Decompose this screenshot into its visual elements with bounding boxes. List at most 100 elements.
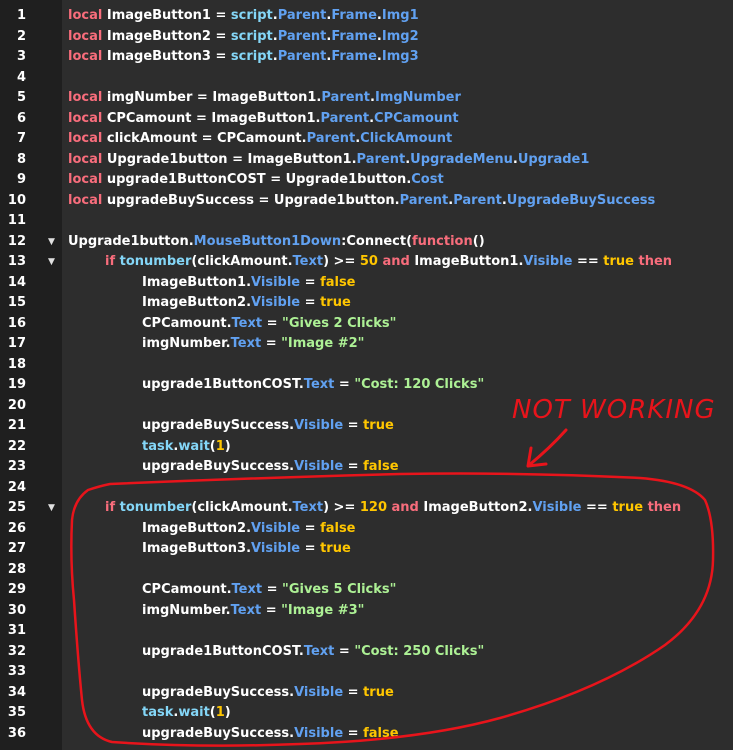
code-token: Cost xyxy=(411,172,444,187)
fold-toggle-icon[interactable]: ▼ xyxy=(48,498,58,519)
code-token: Text xyxy=(303,377,335,392)
line-number: 16 xyxy=(7,315,26,331)
code-token: Parent xyxy=(277,49,327,64)
code-line[interactable]: Upgrade1button.MouseButton1Down:Connect(… xyxy=(68,232,485,253)
code-line[interactable]: CPCamount.Text = "Gives 2 Clicks" xyxy=(142,314,396,335)
line-number: 31 xyxy=(7,623,26,638)
code-line[interactable]: ImageButton3.Visible = true xyxy=(142,539,351,560)
code-token: imgNumber. xyxy=(142,336,231,351)
code-line[interactable]: imgNumber.Text = "Image #2" xyxy=(142,334,364,355)
code-token: MouseButton1Down xyxy=(193,233,342,249)
code-line[interactable]: local clickAmount = CPCamount.Parent.Cli… xyxy=(68,129,452,150)
code-token: Visible xyxy=(251,520,301,536)
code-line[interactable]: local upgradeBuySuccess = Upgrade1button… xyxy=(68,191,655,212)
code-line[interactable]: ImageButton2.Visible = true xyxy=(142,293,351,314)
code-token: script xyxy=(230,8,273,23)
code-token: upgrade1ButtonCOST. xyxy=(142,377,304,392)
code-line[interactable]: task.wait(1) xyxy=(142,703,231,724)
code-token: Text xyxy=(230,336,262,351)
code-token: "Cost: 250 Clicks" xyxy=(354,643,485,659)
code-token: Frame xyxy=(331,28,377,44)
code-token: ) xyxy=(224,438,231,454)
code-line[interactable]: CPCamount.Text = "Gives 5 Clicks" xyxy=(142,580,396,601)
code-token: = xyxy=(300,520,321,536)
code-line[interactable]: local Upgrade1button = ImageButton1.Pare… xyxy=(68,150,589,171)
line-number: 29 xyxy=(7,582,26,597)
line-number: 26 xyxy=(7,520,26,536)
code-token: local xyxy=(68,131,107,146)
code-token: = xyxy=(334,643,355,659)
code-token: upgrade1ButtonCOST = Upgrade1button. xyxy=(106,172,412,187)
code-token: Frame xyxy=(331,49,377,64)
code-token: true xyxy=(612,500,644,515)
code-token: Parent xyxy=(306,131,356,146)
line-number: 6 xyxy=(16,110,26,126)
code-line[interactable]: imgNumber.Text = "Image #3" xyxy=(142,601,364,622)
code-token: UpgradeMenu xyxy=(410,151,513,167)
fold-toggle-icon[interactable]: ▼ xyxy=(48,232,58,253)
code-token: Visible xyxy=(294,684,344,700)
code-token: Visible xyxy=(532,500,582,515)
code-token: then xyxy=(634,254,673,269)
code-line[interactable]: ImageButton1.Visible = false xyxy=(142,273,356,294)
code-line[interactable]: if tonumber(clickAmount.Text) >= 120 and… xyxy=(105,498,681,519)
line-number: 28 xyxy=(7,561,26,577)
code-token: Img2 xyxy=(381,28,419,44)
code-token: ) >= xyxy=(323,254,360,269)
code-token: = xyxy=(262,582,283,597)
code-token: local xyxy=(68,28,107,44)
code-token: task xyxy=(142,438,174,454)
code-token: = xyxy=(343,725,364,741)
line-number: 5 xyxy=(16,90,26,105)
code-token: 120 xyxy=(359,500,387,515)
code-line[interactable]: local ImageButton2 = script.Parent.Frame… xyxy=(68,27,419,48)
code-token: wait xyxy=(178,705,210,720)
code-line[interactable]: local upgrade1ButtonCOST = Upgrade1butto… xyxy=(68,170,444,191)
code-token: tonumber xyxy=(119,254,192,269)
fold-toggle-icon[interactable]: ▼ xyxy=(48,252,58,273)
line-number: 19 xyxy=(7,377,26,392)
code-token: Parent xyxy=(453,192,502,208)
line-number: 20 xyxy=(7,397,26,413)
code-token: script xyxy=(230,49,273,64)
code-line[interactable]: upgradeBuySuccess.Visible = true xyxy=(142,416,394,437)
code-token: wait xyxy=(178,438,210,454)
code-line[interactable]: task.wait(1) xyxy=(142,437,231,458)
code-line[interactable]: local ImageButton3 = script.Parent.Frame… xyxy=(68,47,419,68)
code-token: script xyxy=(230,28,273,44)
code-line[interactable]: if tonumber(clickAmount.Text) >= 50 and … xyxy=(105,252,672,273)
code-line[interactable]: local CPCamount = ImageButton1.Parent.CP… xyxy=(68,109,459,130)
code-editor[interactable]: 1 local ImageButton1 = script.Parent.Fram… xyxy=(0,0,733,750)
code-line[interactable]: upgradeBuySuccess.Visible = false xyxy=(142,724,399,745)
code-token: ClickAmount xyxy=(360,131,453,146)
code-token: Text xyxy=(292,254,324,269)
line-number: 14 xyxy=(7,274,26,290)
code-token: (clickAmount. xyxy=(191,500,293,515)
code-token: == xyxy=(581,500,613,515)
code-token: = xyxy=(300,295,321,310)
code-token: "Gives 5 Clicks" xyxy=(282,582,397,597)
code-token: false xyxy=(363,459,399,474)
code-line[interactable]: local ImageButton1 = script.Parent.Frame… xyxy=(68,6,419,27)
code-token: local xyxy=(68,192,107,208)
line-number: 25 xyxy=(7,500,26,515)
code-token: Visible xyxy=(294,418,344,433)
code-line[interactable]: ImageButton2.Visible = false xyxy=(142,519,356,540)
code-token: upgrade1ButtonCOST. xyxy=(142,643,304,659)
code-line[interactable]: local imgNumber = ImageButton1.Parent.Im… xyxy=(68,88,461,109)
code-line[interactable]: upgrade1ButtonCOST.Text = "Cost: 120 Cli… xyxy=(142,375,484,396)
code-token: = xyxy=(343,684,364,700)
code-token: false xyxy=(363,725,399,741)
line-number: 8 xyxy=(16,151,26,167)
code-line[interactable]: upgradeBuySuccess.Visible = false xyxy=(142,457,399,478)
code-token: Upgrade1 xyxy=(517,151,590,167)
code-token: Text xyxy=(230,602,262,618)
code-token: = xyxy=(334,377,355,392)
line-number: 15 xyxy=(7,295,26,310)
line-number: 30 xyxy=(7,602,26,618)
code-line[interactable]: upgrade1ButtonCOST.Text = "Cost: 250 Cli… xyxy=(142,642,484,663)
code-line[interactable]: upgradeBuySuccess.Visible = true xyxy=(142,683,394,704)
line-number: 24 xyxy=(7,479,26,495)
line-number: 10 xyxy=(7,192,26,208)
code-token: Upgrade1button = ImageButton1. xyxy=(106,151,357,167)
